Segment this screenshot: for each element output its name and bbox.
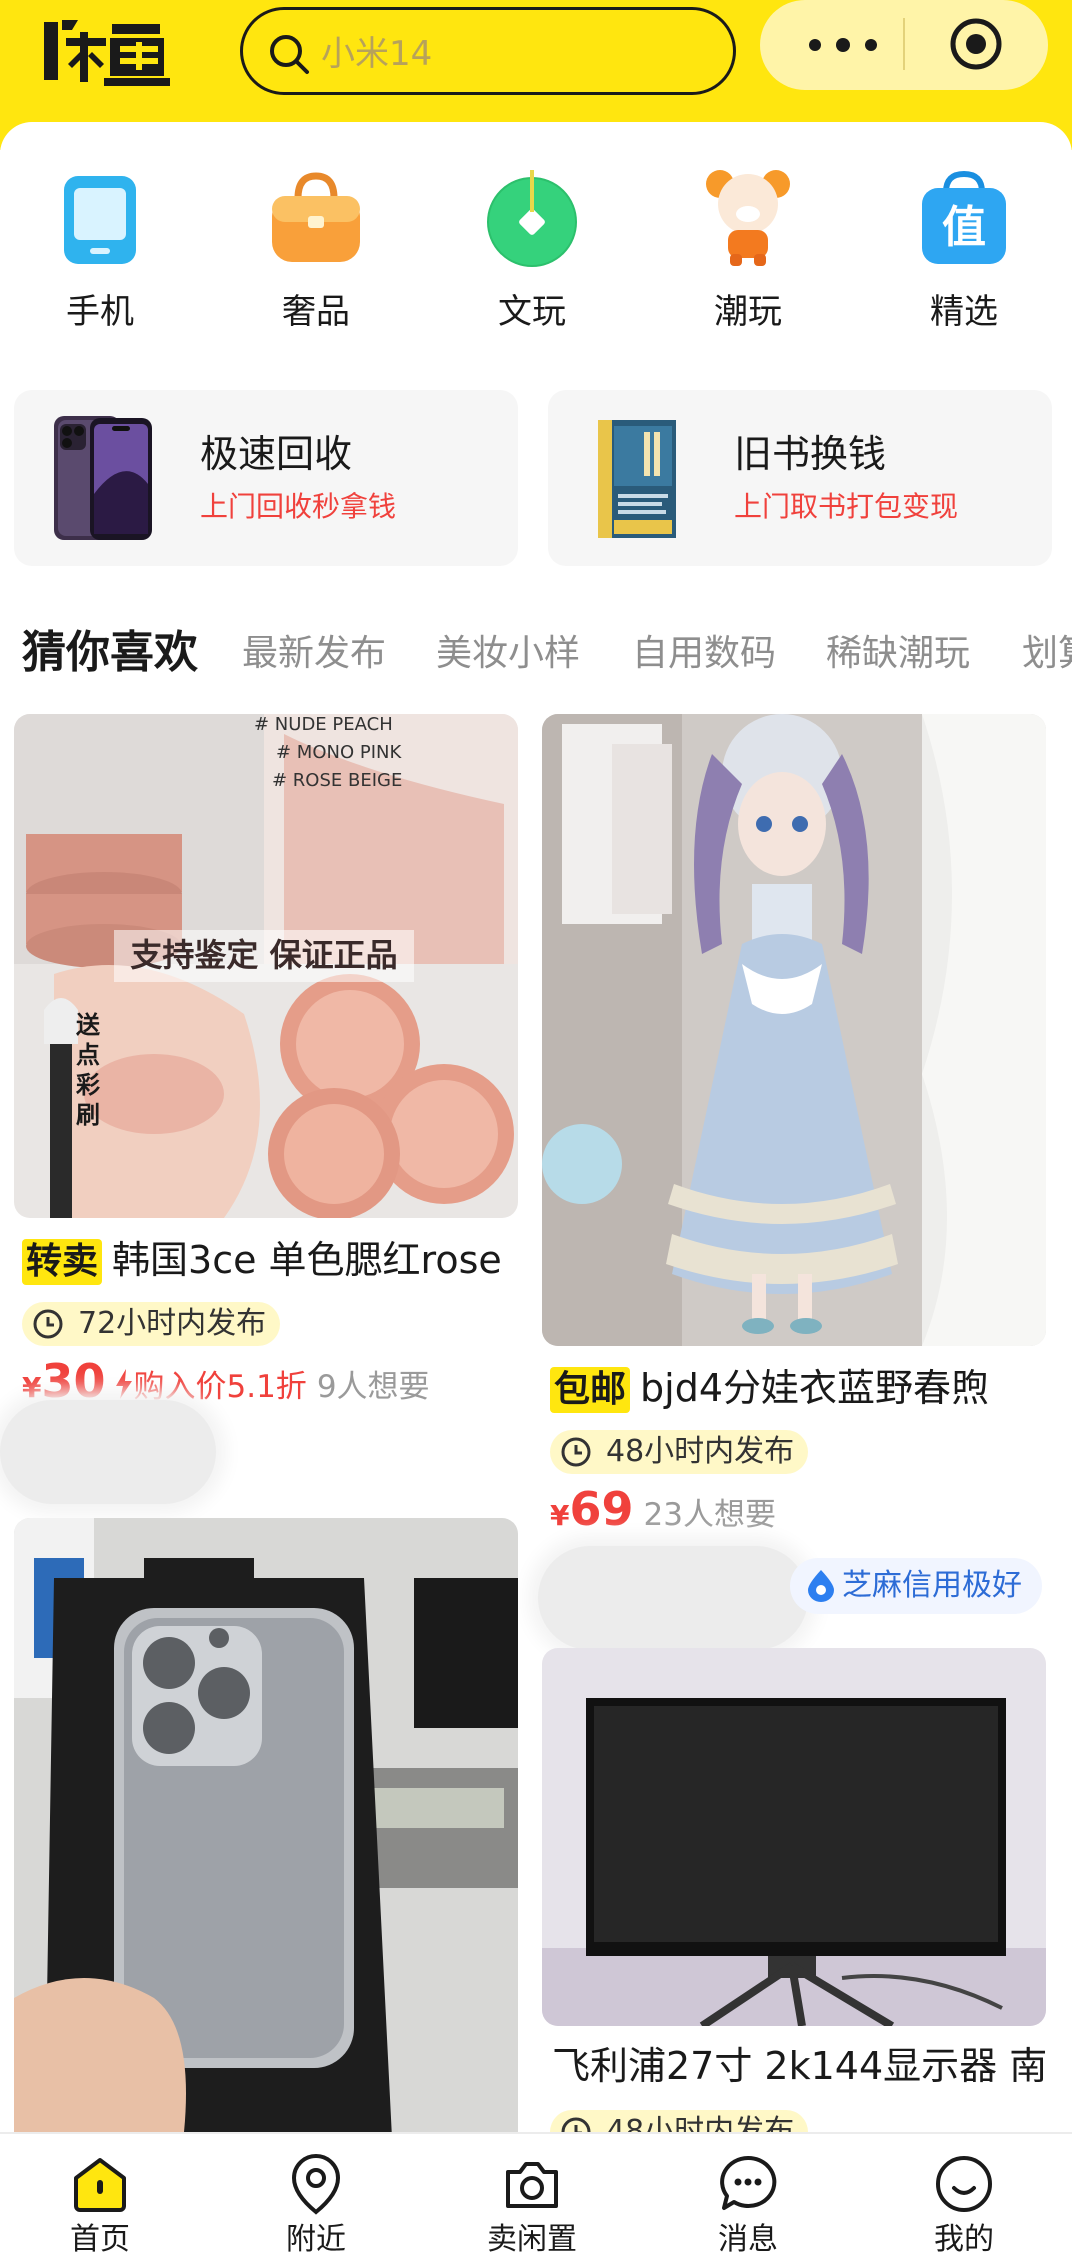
overlay-mono-pink: # MONO PINK [276, 742, 402, 763]
search-placeholder: 小米14 [321, 34, 433, 74]
category-selected[interactable]: 值 精选 [884, 168, 1044, 348]
category-luxury[interactable]: 奢品 [236, 168, 396, 348]
nav-nearby[interactable]: 附近 [246, 2152, 386, 2256]
bottom-navigation: 首页 附近 卖闲置 消息 我的 [0, 2132, 1072, 2256]
message-icon [720, 2155, 777, 2210]
product-image-monitor[interactable] [542, 1648, 1046, 2026]
iphone-thumb [54, 416, 152, 540]
currency-symbol: ¥ [22, 1371, 42, 1404]
home-icon [74, 2158, 126, 2212]
nav-sell[interactable]: 卖闲置 [462, 2152, 602, 2256]
category-label: 潮玩 [714, 292, 782, 332]
blush-photo: 支持鉴定 保证正品 # NUDE PEACH # MONO PINK # ROS… [14, 714, 518, 1218]
nav-home[interactable]: 首页 [30, 2152, 170, 2256]
book-thumb [598, 420, 676, 538]
nav-label: 消息 [718, 2222, 778, 2256]
xianyu-logo [44, 20, 170, 86]
credit-badge: 芝麻信用极好 [790, 1558, 1042, 1614]
tab-guess-you-like[interactable]: 猜你喜欢 [22, 626, 198, 680]
overlay-authentic: 支持鉴定 保证正品 [130, 936, 397, 974]
promo-subtitle: 上门取书打包变现 [734, 490, 959, 523]
promo-fast-recycle[interactable]: 极速回收 上门回收秒拿钱 [14, 390, 518, 566]
handbag-icon [272, 172, 360, 262]
product-title[interactable]: 转卖 韩国3ce 单色腮红rose [22, 1236, 518, 1285]
product-price: 69 [569, 1482, 634, 1536]
search-bar[interactable]: 小米14 [240, 7, 736, 95]
product-image-blush[interactable]: 支持鉴定 保证正品 # NUDE PEACH # MONO PINK # ROS… [14, 714, 518, 1218]
tab-beauty-samples[interactable]: 美妆小样 [436, 632, 580, 676]
mini-program-capsule [760, 0, 1048, 90]
publish-time-text: 48小时内发布 [606, 1434, 795, 1469]
nav-label: 附近 [286, 2222, 346, 2256]
category-trendy-toys[interactable]: 潮玩 [668, 168, 828, 348]
currency-symbol: ¥ [550, 1499, 570, 1532]
tab-digital[interactable]: 自用数码 [632, 632, 776, 676]
tab-latest[interactable]: 最新发布 [242, 632, 386, 676]
blurred-seller-info [538, 1546, 808, 1650]
value-bag-icon: 值 [922, 170, 1006, 264]
publish-time-badge: 72小时内发布 [22, 1302, 281, 1346]
want-count: 9人想要 [316, 1369, 430, 1405]
promo-used-books[interactable]: 旧书换钱 上门取书打包变现 [548, 390, 1052, 566]
overlay-nude-peach: # NUDE PEACH [254, 714, 393, 735]
svg-text:值: 值 [942, 202, 986, 253]
category-phone[interactable]: 手机 [20, 168, 180, 348]
promo-subtitle: 上门回收秒拿钱 [200, 490, 397, 523]
nav-label: 我的 [934, 2222, 994, 2256]
credit-text: 芝麻信用极好 [842, 1568, 1022, 1603]
product-image-phone-case[interactable] [14, 1518, 518, 2132]
overlay-rose-beige: # ROSE BEIGE [272, 770, 402, 791]
category-label: 奢品 [282, 292, 350, 332]
category-label: 手机 [66, 292, 134, 332]
location-icon [291, 2153, 341, 2215]
clock-icon [33, 1309, 63, 1339]
product-title[interactable]: 包邮 bjd4分娃衣蓝野春煦 [550, 1364, 1040, 1413]
tag-resale: 转卖 [22, 1239, 103, 1285]
tab-bargain[interactable]: 划算 [1022, 632, 1072, 676]
nav-me[interactable]: 我的 [894, 2152, 1034, 2256]
overlay-free-brush: 送点彩刷 [76, 1011, 100, 1129]
nav-label: 卖闲置 [487, 2222, 577, 2256]
tag-free-shipping: 包邮 [550, 1367, 631, 1413]
product-title-text: 韩国3ce 单色腮红rose [112, 1238, 502, 1282]
category-label: 精选 [930, 292, 998, 332]
capsule-divider [903, 18, 905, 70]
product-title[interactable]: 飞利浦27寸 2k144显示器 南 [552, 2042, 1046, 2090]
bear-toy-icon [706, 170, 790, 266]
publish-time-text: 72小时内发布 [78, 1306, 267, 1341]
price-row: ¥69 23人想要 [550, 1482, 776, 1538]
bolt-icon [115, 1369, 132, 1399]
more-dots-icon[interactable] [808, 38, 878, 52]
product-title-text: bjd4分娃衣蓝野春煦 [640, 1366, 989, 1410]
promo-title: 极速回收 [200, 432, 353, 476]
phone-case-photo [14, 1518, 518, 2132]
sesame-credit-icon [808, 1570, 834, 1602]
want-count: 23人想要 [643, 1497, 776, 1533]
doll-photo [542, 714, 1046, 1346]
clock-icon [561, 1437, 591, 1467]
feed-tabs: 猜你喜欢 最新发布 美妆小样 自用数码 稀缺潮玩 划算 [0, 620, 1072, 690]
jade-icon [487, 170, 577, 267]
phone-icon [64, 176, 136, 264]
tab-rare-toys[interactable]: 稀缺潮玩 [826, 632, 970, 676]
monitor-photo [542, 1648, 1046, 2026]
blurred-seller-info [0, 1400, 216, 1504]
promo-title: 旧书换钱 [734, 432, 887, 476]
product-image-doll[interactable] [542, 714, 1046, 1346]
nav-messages[interactable]: 消息 [678, 2152, 818, 2256]
smile-icon [936, 2156, 992, 2212]
category-antique[interactable]: 文玩 [452, 168, 612, 348]
target-icon[interactable] [948, 16, 1004, 72]
nav-label: 首页 [70, 2222, 130, 2256]
search-icon [270, 35, 309, 74]
camera-icon [506, 2162, 558, 2208]
category-label: 文玩 [498, 292, 566, 332]
publish-time-badge: 48小时内发布 [550, 1430, 809, 1474]
